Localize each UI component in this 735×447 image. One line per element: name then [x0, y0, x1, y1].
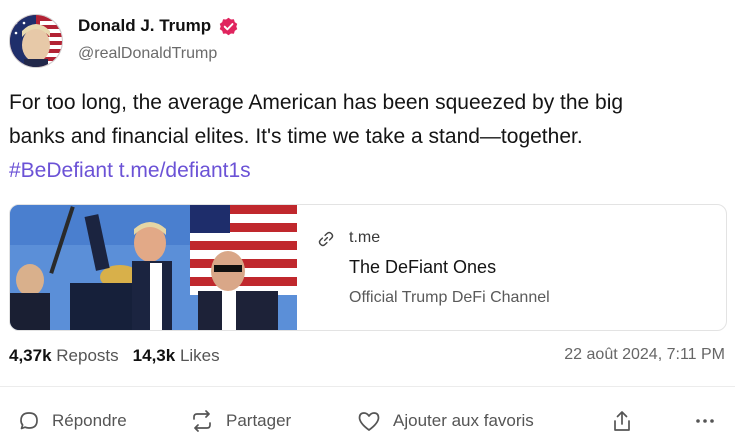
- favorite-button[interactable]: Ajouter aux favoris: [357, 409, 534, 433]
- likes-label[interactable]: Likes: [180, 346, 220, 365]
- hashtag-link[interactable]: #BeDefiant: [9, 159, 113, 182]
- reply-icon: [20, 412, 38, 430]
- divider: [0, 386, 735, 387]
- upload-icon: [614, 411, 630, 431]
- author-name[interactable]: Donald J. Trump: [78, 16, 211, 36]
- repost-icon: [193, 410, 211, 432]
- link-description: Official Trump DeFi Channel: [349, 289, 550, 306]
- share-button[interactable]: Partager: [190, 409, 291, 433]
- share-label: Partager: [226, 411, 292, 430]
- author-handle[interactable]: @realDonaldTrump: [78, 45, 217, 63]
- post-timestamp[interactable]: 22 août 2024, 7:11 PM: [564, 346, 725, 364]
- avatar[interactable]: [9, 14, 63, 68]
- link-domain: t.me: [349, 229, 381, 246]
- link-title: The DeFiant Ones: [349, 257, 497, 277]
- reposts-label[interactable]: Reposts: [56, 346, 118, 365]
- link-preview-card[interactable]: t.me The DeFiant Ones Official Trump DeF…: [9, 204, 727, 331]
- more-button[interactable]: [693, 409, 729, 433]
- likes-count[interactable]: 14,3k: [133, 346, 176, 365]
- reply-button[interactable]: Répondre: [18, 409, 127, 433]
- post-body: For too long, the average American has b…: [9, 86, 724, 188]
- link-preview-image: [10, 205, 297, 330]
- verified-badge-icon: [219, 17, 238, 36]
- upload-button[interactable]: [610, 409, 646, 433]
- engagement-stats: 4,37k Reposts 14,3k Likes: [9, 346, 220, 366]
- reposts-count[interactable]: 4,37k: [9, 346, 52, 365]
- more-icon: [696, 419, 714, 423]
- post-body-line: For too long, the average American has b…: [9, 91, 624, 114]
- post-body-line: banks and financial elites. It's time we…: [9, 125, 583, 148]
- favorite-label: Ajouter aux favoris: [393, 411, 534, 430]
- url-link[interactable]: t.me/defiant1s: [119, 159, 251, 182]
- heart-icon: [358, 412, 380, 431]
- link-icon: [318, 231, 334, 247]
- reply-label: Répondre: [52, 411, 127, 430]
